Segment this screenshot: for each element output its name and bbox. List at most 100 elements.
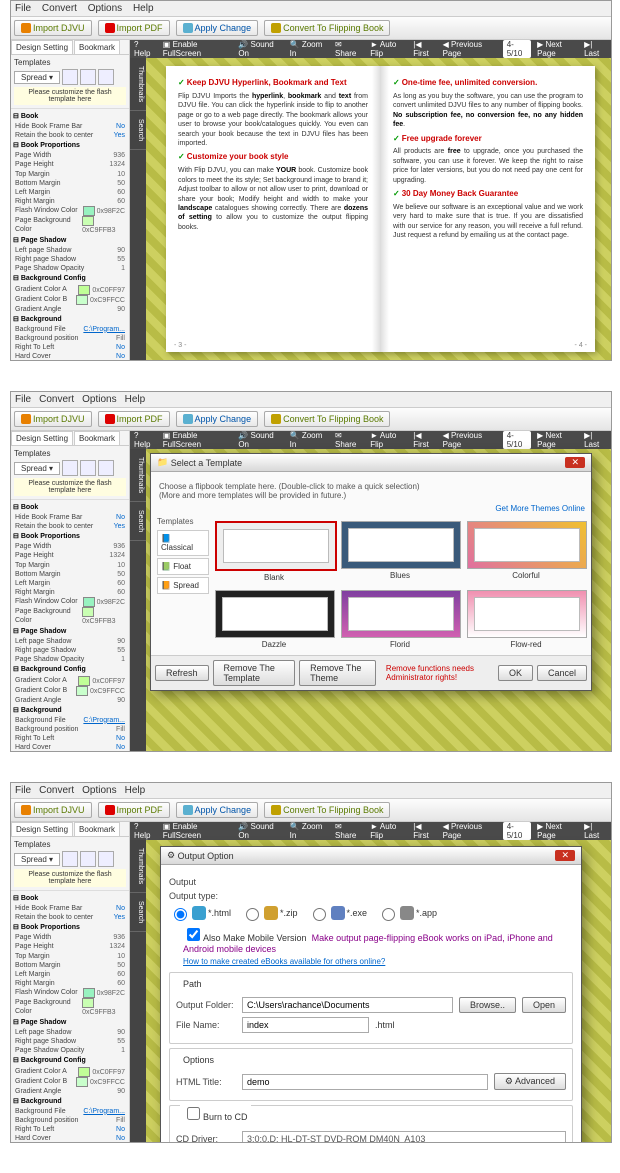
cancel-button[interactable]: Cancel xyxy=(537,665,587,681)
property-grid: ⊟ Book Hide Book Frame BarNo Retain the … xyxy=(11,109,129,360)
template-export-icon[interactable] xyxy=(98,69,114,85)
viewer-next[interactable]: ▶ Next Page xyxy=(537,40,578,58)
close-icon[interactable]: ✕ xyxy=(565,457,585,468)
import-djvu-button[interactable]: Import DJVU xyxy=(14,20,92,36)
import-djvu-button[interactable]: Import DJVU xyxy=(14,802,92,818)
close-icon[interactable]: ✕ xyxy=(555,850,575,861)
radio-exe[interactable]: *.exe xyxy=(308,905,368,921)
select-template-dialog: 📁 Select a Template✕ Choose a flipbook t… xyxy=(150,453,592,691)
viewer-zoom[interactable]: 🔍 Zoom In xyxy=(290,40,327,58)
screenshot-1: File Convert Options Help Import DJVU Im… xyxy=(10,0,612,361)
convert-book-button[interactable]: Convert To Flipping Book xyxy=(264,411,390,427)
group-bgconfig[interactable]: ⊟ Background Config xyxy=(13,273,127,284)
output-option-dialog: ⚙ Output Option✕ Output Output type: *.h… xyxy=(160,846,582,1142)
template-dropdown[interactable]: Spread ▾ xyxy=(14,71,60,84)
dialog-footer: Refresh Remove The Template Remove The T… xyxy=(151,655,591,690)
zip-icon xyxy=(264,906,278,920)
import-djvu-icon xyxy=(21,23,31,33)
viewer-fullscreen[interactable]: ▣ Enable FullScreen xyxy=(163,40,231,58)
import-pdf-icon xyxy=(105,23,115,33)
menu-options[interactable]: Options xyxy=(88,3,122,14)
output-folder-input[interactable] xyxy=(242,997,453,1013)
page-num-right: - 4 - xyxy=(575,341,587,350)
admin-warning: Remove functions needs Administrator rig… xyxy=(386,664,494,682)
menu-file[interactable]: File xyxy=(15,3,31,14)
page-counter[interactable]: 4-5/10 xyxy=(503,40,531,58)
tab-design-setting[interactable]: Design Setting xyxy=(11,40,73,54)
viewer-prev[interactable]: ◀ Previous Page xyxy=(443,40,497,58)
advanced-button[interactable]: ⚙ Advanced xyxy=(494,1073,566,1090)
book-spread[interactable]: ✓Keep DJVU Hyperlink, Bookmark and Text … xyxy=(166,66,595,352)
burn-cd-checkbox[interactable] xyxy=(187,1107,200,1120)
tpl-florid[interactable]: Florid xyxy=(341,590,459,649)
output-section-label: Output xyxy=(169,877,573,887)
apply-change-button[interactable]: Apply Change xyxy=(176,20,259,36)
tab-thumbnails[interactable]: Thumbnails xyxy=(130,58,146,111)
remove-theme-button[interactable]: Remove The Theme xyxy=(299,660,376,686)
template-browse-icon[interactable] xyxy=(62,69,78,85)
output-type-radios: *.html *.zip *.exe *.app xyxy=(169,905,573,921)
filename-input[interactable] xyxy=(242,1017,369,1033)
tpl-blues[interactable]: Blues xyxy=(341,521,459,582)
path-section-label: Path xyxy=(180,979,205,989)
tpl-flow-red[interactable]: Flow-red xyxy=(467,590,585,649)
browse-button[interactable]: Browse.. xyxy=(459,997,516,1013)
tpl-colorful[interactable]: Colorful xyxy=(467,521,585,582)
tab-bookmark[interactable]: Bookmark xyxy=(74,40,120,54)
group-bg[interactable]: ⊟ Background xyxy=(13,314,127,325)
page-num-left: - 3 - xyxy=(174,341,186,350)
howto-link[interactable]: How to make created eBooks available for… xyxy=(183,957,385,966)
viewer-sound[interactable]: 🔊 Sound On xyxy=(238,40,281,58)
remove-template-button[interactable]: Remove The Template xyxy=(213,660,296,686)
template-import-icon[interactable] xyxy=(80,69,96,85)
tpl-type-float[interactable]: 📗 Float xyxy=(157,558,209,575)
radio-html[interactable]: *.html xyxy=(169,905,231,921)
import-pdf-button[interactable]: Import PDF xyxy=(98,411,170,427)
refresh-button[interactable]: Refresh xyxy=(155,665,209,681)
options-section-label: Options xyxy=(180,1055,217,1065)
tpl-type-classical[interactable]: 📘 Classical xyxy=(157,530,209,556)
viewer-share[interactable]: ✉ Share xyxy=(335,40,362,58)
flipbook-viewer: ? Help ▣ Enable FullScreen 🔊 Sound On 🔍 … xyxy=(130,40,611,360)
gear-icon: ⚙ xyxy=(167,850,175,861)
tab-search[interactable]: Search xyxy=(130,111,146,150)
sidebar-tabs: Design Setting Bookmark xyxy=(11,40,129,55)
tpl-type-spread[interactable]: 📙 Spread xyxy=(157,577,209,594)
radio-zip[interactable]: *.zip xyxy=(241,905,298,921)
viewer-help[interactable]: ? Help xyxy=(134,40,155,58)
apply-change-button[interactable]: Apply Change xyxy=(176,411,259,427)
convert-book-button[interactable]: Convert To Flipping Book xyxy=(264,20,390,36)
mobile-checkbox[interactable] xyxy=(187,928,200,941)
book-page-left: ✓Keep DJVU Hyperlink, Bookmark and Text … xyxy=(166,66,381,352)
tpl-dazzle[interactable]: Dazzle xyxy=(215,590,333,649)
main-toolbar: Import DJVU Import PDF Apply Change Conv… xyxy=(11,17,611,40)
apply-change-button[interactable]: Apply Change xyxy=(176,802,259,818)
viewer-first[interactable]: |◀ First xyxy=(413,40,436,58)
viewer-toolbar: ? Help ▣ Enable FullScreen 🔊 Sound On 🔍 … xyxy=(130,40,611,58)
menu-convert[interactable]: Convert xyxy=(42,3,77,14)
convert-book-button[interactable]: Convert To Flipping Book xyxy=(264,802,390,818)
html-title-input[interactable] xyxy=(242,1074,488,1090)
tpl-blank[interactable]: Blank xyxy=(215,521,333,582)
group-book[interactable]: ⊟ Book xyxy=(13,111,127,122)
menubar: File Convert Options Help xyxy=(11,1,611,17)
viewer-last[interactable]: ▶| Last xyxy=(584,40,607,58)
convert-icon xyxy=(271,23,281,33)
menu-help[interactable]: Help xyxy=(133,3,154,14)
template-dropdown[interactable]: Spread ▾ xyxy=(14,462,60,475)
group-proportions[interactable]: ⊟ Book Proportions xyxy=(13,140,127,151)
viewer-autoflip[interactable]: ► Auto Flip xyxy=(370,40,407,58)
import-pdf-button[interactable]: Import PDF xyxy=(98,20,170,36)
dialog-titlebar: ⚙ Output Option✕ xyxy=(161,847,581,865)
cd-driver-select xyxy=(242,1131,566,1142)
get-themes-link[interactable]: Get More Themes Online xyxy=(495,504,585,513)
ok-button[interactable]: OK xyxy=(498,665,533,681)
import-pdf-button[interactable]: Import PDF xyxy=(98,802,170,818)
design-sidebar: Design Setting Bookmark Templates Spread… xyxy=(11,40,130,360)
import-djvu-button[interactable]: Import DJVU xyxy=(14,411,92,427)
group-shadow[interactable]: ⊟ Page Shadow xyxy=(13,235,127,246)
radio-app[interactable]: *.app xyxy=(377,905,437,921)
open-button[interactable]: Open xyxy=(522,997,566,1013)
screenshot-2: FileConvertOptionsHelp Import DJVU Impor… xyxy=(10,391,612,752)
screenshot-3: FileConvertOptionsHelp Import DJVU Impor… xyxy=(10,782,612,1143)
